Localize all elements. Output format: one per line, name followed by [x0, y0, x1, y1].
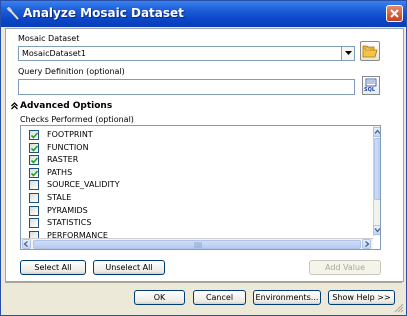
analyze-mosaic-dialog: Analyze Mosaic Dataset Mosaic Dataset Mo…: [0, 0, 407, 316]
checkbox[interactable]: [29, 155, 39, 166]
vertical-scrollbar[interactable]: [373, 126, 380, 236]
query-definition-label: Query Definition (optional): [18, 67, 125, 76]
advanced-options-heading[interactable]: Advanced Options: [20, 101, 112, 111]
unselect-all-button[interactable]: Unselect All: [93, 260, 165, 275]
scroll-down-button[interactable]: [373, 225, 380, 235]
chevron-up-icon: [374, 129, 380, 134]
query-definition-input[interactable]: [18, 79, 355, 95]
checkmark-icon: [30, 145, 39, 152]
cancel-button[interactable]: Cancel: [193, 290, 246, 305]
title-bar[interactable]: Analyze Mosaic Dataset: [1, 1, 406, 27]
mosaic-dataset-label: Mosaic Dataset: [18, 34, 80, 43]
add-value-button[interactable]: Add Value: [309, 260, 381, 275]
mosaic-dataset-value: MosaicDataset1: [22, 49, 86, 58]
checkmark-icon: [30, 157, 39, 164]
show-help-button[interactable]: Show Help >>: [328, 290, 395, 305]
checkmark-icon: [30, 170, 39, 177]
chevron-left-icon: [23, 241, 28, 247]
checkbox[interactable]: [29, 218, 39, 229]
resize-grip-icon[interactable]: [394, 303, 404, 313]
sql-icon-text: SQL: [364, 87, 376, 93]
checkbox[interactable]: [29, 205, 39, 216]
environments-button[interactable]: Environments...: [253, 290, 321, 305]
ok-button[interactable]: OK: [134, 290, 185, 305]
check-item-label: STALE: [47, 193, 72, 202]
horizontal-scroll-thumb[interactable]: [33, 240, 361, 249]
hammer-tool-icon: [6, 7, 19, 20]
close-icon: [390, 9, 399, 18]
check-item-label: PYRAMIDS: [47, 205, 88, 215]
open-folder-icon: [362, 45, 378, 58]
checkmark-icon: [30, 132, 39, 139]
checkbox[interactable]: [29, 193, 39, 203]
scroll-right-button[interactable]: [362, 239, 371, 249]
select-all-button[interactable]: Select All: [20, 260, 86, 275]
chevron-down-icon: [345, 51, 352, 55]
mosaic-dataset-combobox[interactable]: MosaicDataset1: [18, 46, 355, 61]
checks-performed-label: Checks Performed (optional): [20, 115, 134, 124]
dialog-body: Mosaic Dataset MosaicDataset1 Query Defi…: [5, 28, 404, 282]
vertical-scroll-thumb[interactable]: [374, 138, 380, 200]
collapse-chevron-icon[interactable]: [11, 102, 18, 110]
sql-query-builder-button[interactable]: SQL: [362, 76, 380, 95]
check-item-label: PATHS: [47, 167, 73, 177]
chevron-down-icon: [374, 228, 380, 233]
checks-performed-list[interactable]: FOOTPRINT FUNCTION RASTER PATHS SOURCE_VALID…: [20, 125, 381, 250]
check-item-label: FUNCTION: [47, 142, 89, 152]
check-item-label: STATISTICS: [47, 218, 92, 228]
close-button[interactable]: [386, 5, 403, 22]
check-item-label: FOOTPRINT: [47, 130, 93, 139]
checkbox[interactable]: [29, 180, 39, 191]
check-item-label: SOURCE_VALIDITY: [47, 180, 120, 190]
window-title: Analyze Mosaic Dataset: [23, 6, 184, 20]
chevron-right-icon: [365, 241, 370, 247]
dropdown-arrow-button[interactable]: [341, 47, 354, 60]
grip-icon: [194, 242, 202, 248]
scroll-left-button[interactable]: [22, 239, 31, 249]
checkbox[interactable]: [29, 130, 39, 140]
horizontal-scrollbar[interactable]: [21, 238, 373, 249]
browse-folder-button[interactable]: [360, 41, 380, 61]
scroll-up-button[interactable]: [373, 127, 380, 137]
checkbox[interactable]: [29, 167, 39, 178]
checkbox[interactable]: [29, 142, 39, 153]
footer-divider: [5, 282, 402, 283]
check-item-label: RASTER: [47, 155, 79, 165]
